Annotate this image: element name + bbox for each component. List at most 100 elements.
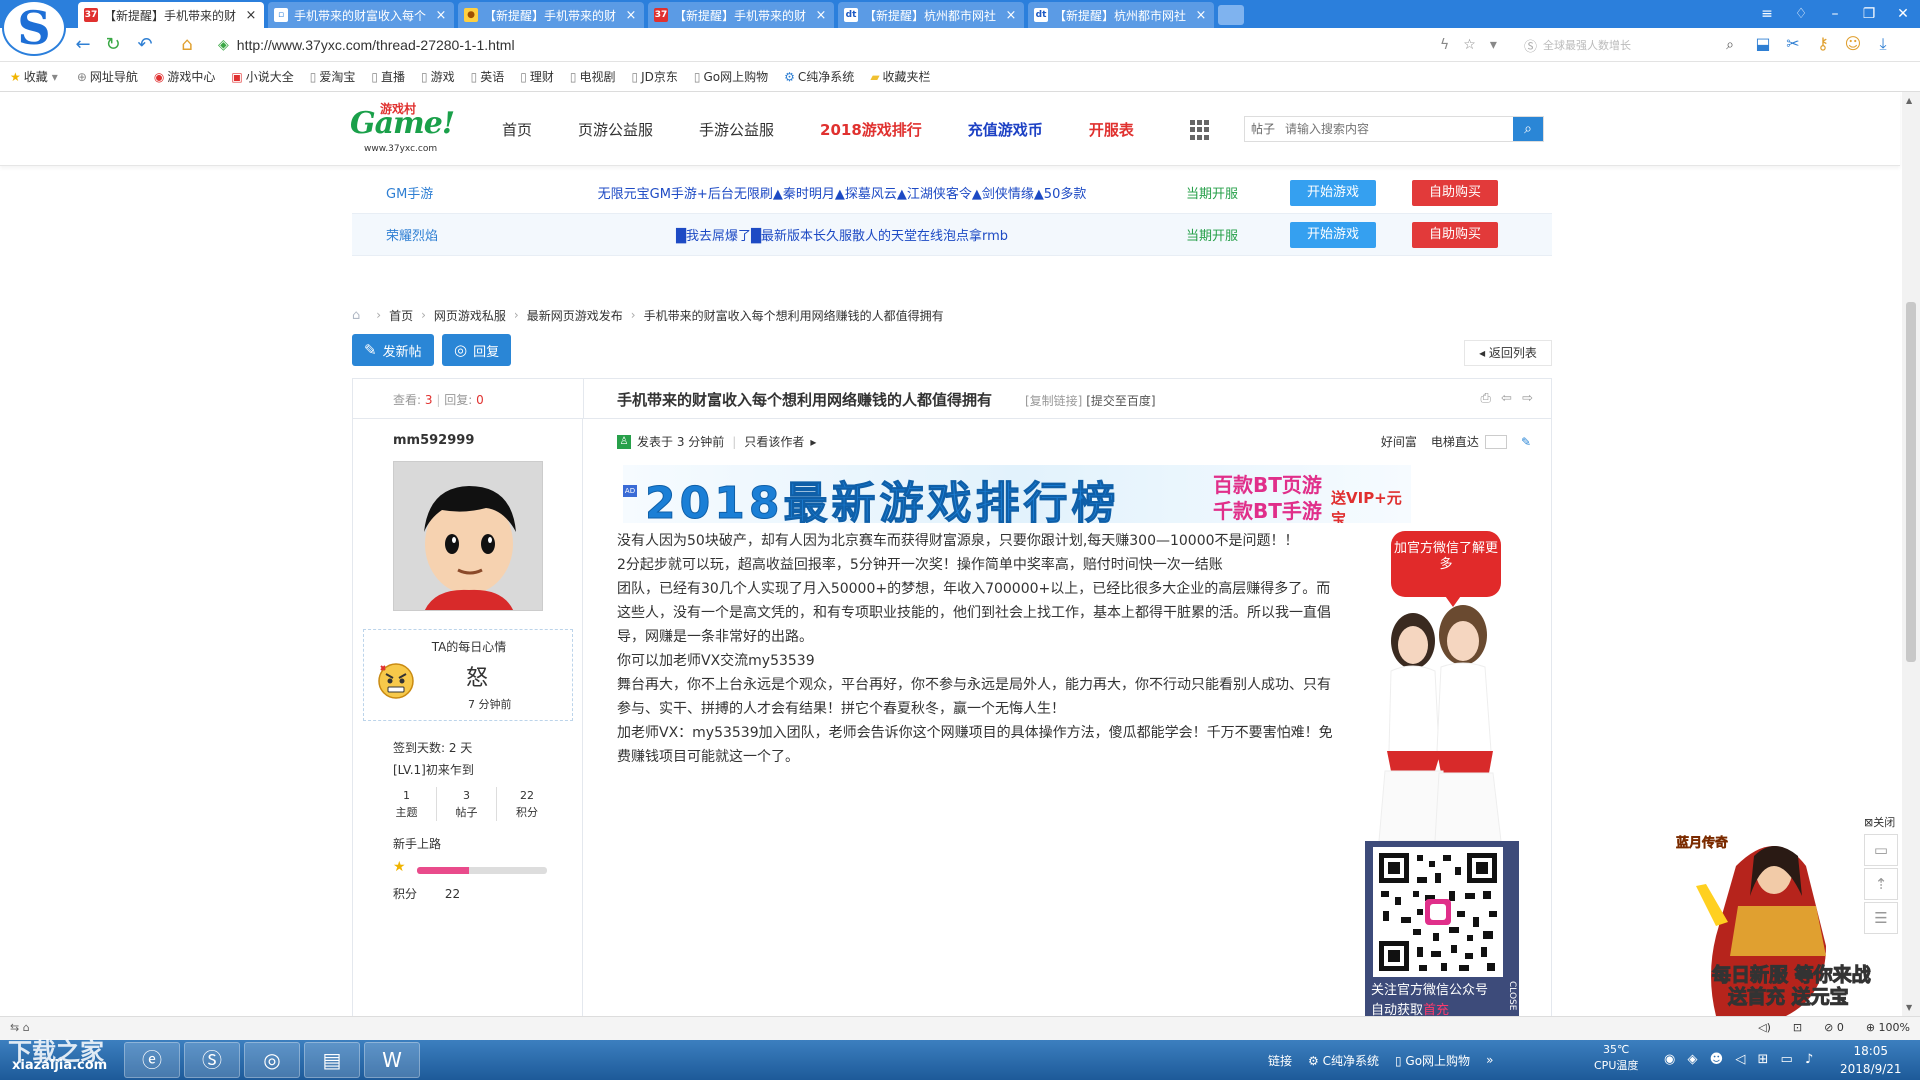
taskbar-app-icon[interactable]: ◎ <box>244 1042 300 1078</box>
volume-icon[interactable]: ◁) <box>1758 1021 1771 1034</box>
breadcrumb-board[interactable]: 最新网页游戏发布 <box>527 307 623 324</box>
nav-home[interactable]: 首页 <box>502 119 532 140</box>
bookmark-novels[interactable]: ▣ 小说大全 <box>231 68 293 85</box>
browser-tab-3[interactable]: ● 【新提醒】手机带来的财 × <box>458 2 644 28</box>
qr-code-box[interactable]: 关注官方微信公众号 自动获取首充 CLOSE <box>1365 841 1519 1018</box>
home-icon[interactable]: ⌂ <box>352 308 360 323</box>
top-ad-banner[interactable]: AD 2018最新游戏排行榜 百款BT页游 千款BT手游 送VIP+元宝 <box>623 465 1411 523</box>
go-floor-icon[interactable]: ✎ <box>1521 435 1531 449</box>
minimize-icon[interactable]: – <box>1818 0 1852 28</box>
author-name[interactable]: mm592999 <box>393 433 474 448</box>
screenshot-icon[interactable]: ⊡ <box>1793 1021 1802 1034</box>
server-name[interactable]: GM手游 <box>352 183 532 202</box>
taskbar-ie-icon[interactable]: ⓔ <box>124 1042 180 1078</box>
taskbar-wps-icon[interactable]: W <box>364 1042 420 1078</box>
server-desc[interactable]: 无限元宝GM手游+后台无限刷▲秦时明月▲探墓风云▲江湖侠客令▲剑侠情缘▲50多款 <box>532 183 1152 202</box>
bookmark-game-center[interactable]: ◉ 游戏中心 <box>154 68 216 85</box>
tray-clean-system[interactable]: ⚙ C纯净系统 <box>1308 1052 1379 1069</box>
nav-web-game-servers[interactable]: 页游公益服 <box>578 119 653 140</box>
wechat-side-ad[interactable]: 加官方微信了解更多 关注官方微信公众号 自动获取首充 CLOSE <box>1351 531 1521 1018</box>
print-icon[interactable]: ⎙ <box>1481 391 1491 406</box>
skin-icon[interactable]: ♢ <box>1784 0 1818 28</box>
tray-link[interactable]: 链接 <box>1268 1052 1292 1069</box>
browser-search-box[interactable]: Ⓢ 全球最强人数增长 ⌕ <box>1524 34 1734 56</box>
close-icon[interactable]: × <box>244 8 258 23</box>
scroll-thumb[interactable] <box>1906 302 1916 662</box>
browser-tab-6[interactable]: dt 【新提醒】杭州都市网社 × <box>1028 2 1214 28</box>
search-icon[interactable]: ⌕ <box>1726 37 1734 53</box>
stat-posts[interactable]: 3 帖子 <box>437 787 497 821</box>
clock[interactable]: 18:05 2018/9/21 <box>1840 1042 1902 1078</box>
bookmark-favorites[interactable]: ★ 收藏 ▾ <box>10 68 61 85</box>
scroll-up-icon[interactable]: ▲ <box>1906 96 1912 105</box>
bookmark-jd[interactable]: ▯ JD京东 <box>632 68 678 85</box>
star-icon[interactable]: ☆ <box>1463 37 1476 53</box>
author-only-link[interactable]: 只看该作者 <box>744 433 804 450</box>
meta-right-1[interactable]: 好间富 <box>1381 433 1417 450</box>
bookmark-tv[interactable]: ▯ 电视剧 <box>570 68 616 85</box>
taskbar-browser-icon[interactable]: Ⓢ <box>184 1042 240 1078</box>
user-level[interactable]: [LV.1]初来乍到 <box>393 761 474 778</box>
shield-icon[interactable]: ◈ <box>1687 1052 1697 1067</box>
start-game-button[interactable]: 开始游戏 <box>1290 221 1376 248</box>
browser-tab-5[interactable]: dt 【新提醒】杭州都市网社 × <box>838 2 1024 28</box>
download-icon[interactable]: ⤓ <box>1868 34 1898 54</box>
close-icon[interactable]: × <box>814 8 828 23</box>
nav-mobile-game-servers[interactable]: 手游公益服 <box>699 119 774 140</box>
bookmark-live[interactable]: ▯ 直播 <box>371 68 405 85</box>
search-type-select[interactable]: 帖子 <box>1245 117 1281 141</box>
close-icon[interactable]: × <box>434 8 448 23</box>
new-tab-button[interactable] <box>1218 5 1244 25</box>
scissors-icon[interactable]: ✂ <box>1778 34 1808 54</box>
bookmark-english[interactable]: ▯ 英语 <box>471 68 505 85</box>
back-to-list-button[interactable]: ◂ 返回列表 <box>1464 340 1552 366</box>
key-icon[interactable]: ⚷ <box>1808 34 1838 54</box>
bookmark-games[interactable]: ▯ 游戏 <box>421 68 455 85</box>
server-name[interactable]: 荣耀烈焰 <box>352 225 532 244</box>
search-input[interactable] <box>1281 117 1513 141</box>
avatar[interactable] <box>393 461 543 611</box>
volume-icon[interactable]: ◁ <box>1735 1052 1745 1067</box>
game-corner-ad[interactable]: 蓝月传奇 每日新服 等你来战 送首充 送元宝 <box>1676 826 1876 1016</box>
close-window-icon[interactable]: ✕ <box>1886 0 1920 28</box>
prev-thread-icon[interactable]: ⇦ <box>1501 391 1512 406</box>
nav-server-list[interactable]: 开服表 <box>1089 119 1134 140</box>
bookmark-nav[interactable]: ⊕ 网址导航 <box>77 68 138 85</box>
qq-icon[interactable]: ☻ <box>1710 1052 1724 1067</box>
nav-game-ranking[interactable]: 2018游戏排行 <box>820 119 922 140</box>
browser-logo-icon[interactable]: S <box>4 2 64 54</box>
copy-link[interactable]: [复制链接] <box>1025 394 1082 408</box>
network-icon[interactable]: ⊞ <box>1757 1052 1768 1067</box>
restore-icon[interactable]: ❐ <box>1852 0 1886 28</box>
lightning-icon[interactable]: ϟ <box>1440 37 1449 53</box>
taskbar-explorer-icon[interactable]: ▤ <box>304 1042 360 1078</box>
undo-icon[interactable]: ↶ <box>134 34 156 56</box>
battery-icon[interactable]: ▭ <box>1781 1052 1793 1067</box>
browser-tab-1[interactable]: 37 【新提醒】手机带来的财 × <box>78 2 264 28</box>
close-icon[interactable]: × <box>1194 8 1208 23</box>
server-desc[interactable]: █我去屌爆了█最新版本长久服散人的天堂在线泡点拿rmb <box>532 225 1152 244</box>
close-icon[interactable]: × <box>1004 8 1018 23</box>
tray-expand-icon[interactable]: » <box>1486 1053 1493 1067</box>
breadcrumb-forum[interactable]: 网页游戏私服 <box>434 307 506 324</box>
self-purchase-button[interactable]: 自助购买 <box>1412 179 1498 206</box>
nav-recharge[interactable]: 充值游戏币 <box>968 119 1043 140</box>
search-button[interactable]: ⌕ <box>1513 117 1543 141</box>
zoom-level[interactable]: ⊕ 100% <box>1866 1021 1910 1034</box>
start-game-button[interactable]: 开始游戏 <box>1290 179 1376 206</box>
next-thread-icon[interactable]: ⇨ <box>1522 391 1533 406</box>
stat-threads[interactable]: 1 主题 <box>377 787 437 821</box>
browser-tab-4[interactable]: 37 【新提醒】手机带来的财 × <box>648 2 834 28</box>
translate-icon[interactable]: ⬓ <box>1748 34 1778 54</box>
back-arrow-icon[interactable]: ← <box>72 34 94 56</box>
speaker-icon[interactable]: ♪ <box>1805 1052 1813 1067</box>
bookmark-folder[interactable]: ▰ 收藏夹栏 <box>870 68 930 85</box>
chevron-down-icon[interactable]: ▾ <box>1490 37 1497 53</box>
reply-button[interactable]: ◎ 回复 <box>442 334 512 366</box>
site-logo[interactable]: 游戏村 Game! www.37yxc.com <box>350 100 472 158</box>
breadcrumb-home[interactable]: 首页 <box>389 307 413 324</box>
stat-points[interactable]: 22 积分 <box>497 787 557 821</box>
cpu-temp[interactable]: 35℃ CPU温度 <box>1594 1042 1638 1074</box>
self-purchase-button[interactable]: 自助购买 <box>1412 221 1498 248</box>
browser-tab-2[interactable]: ▫ 手机带来的财富收入每个 × <box>268 2 454 28</box>
